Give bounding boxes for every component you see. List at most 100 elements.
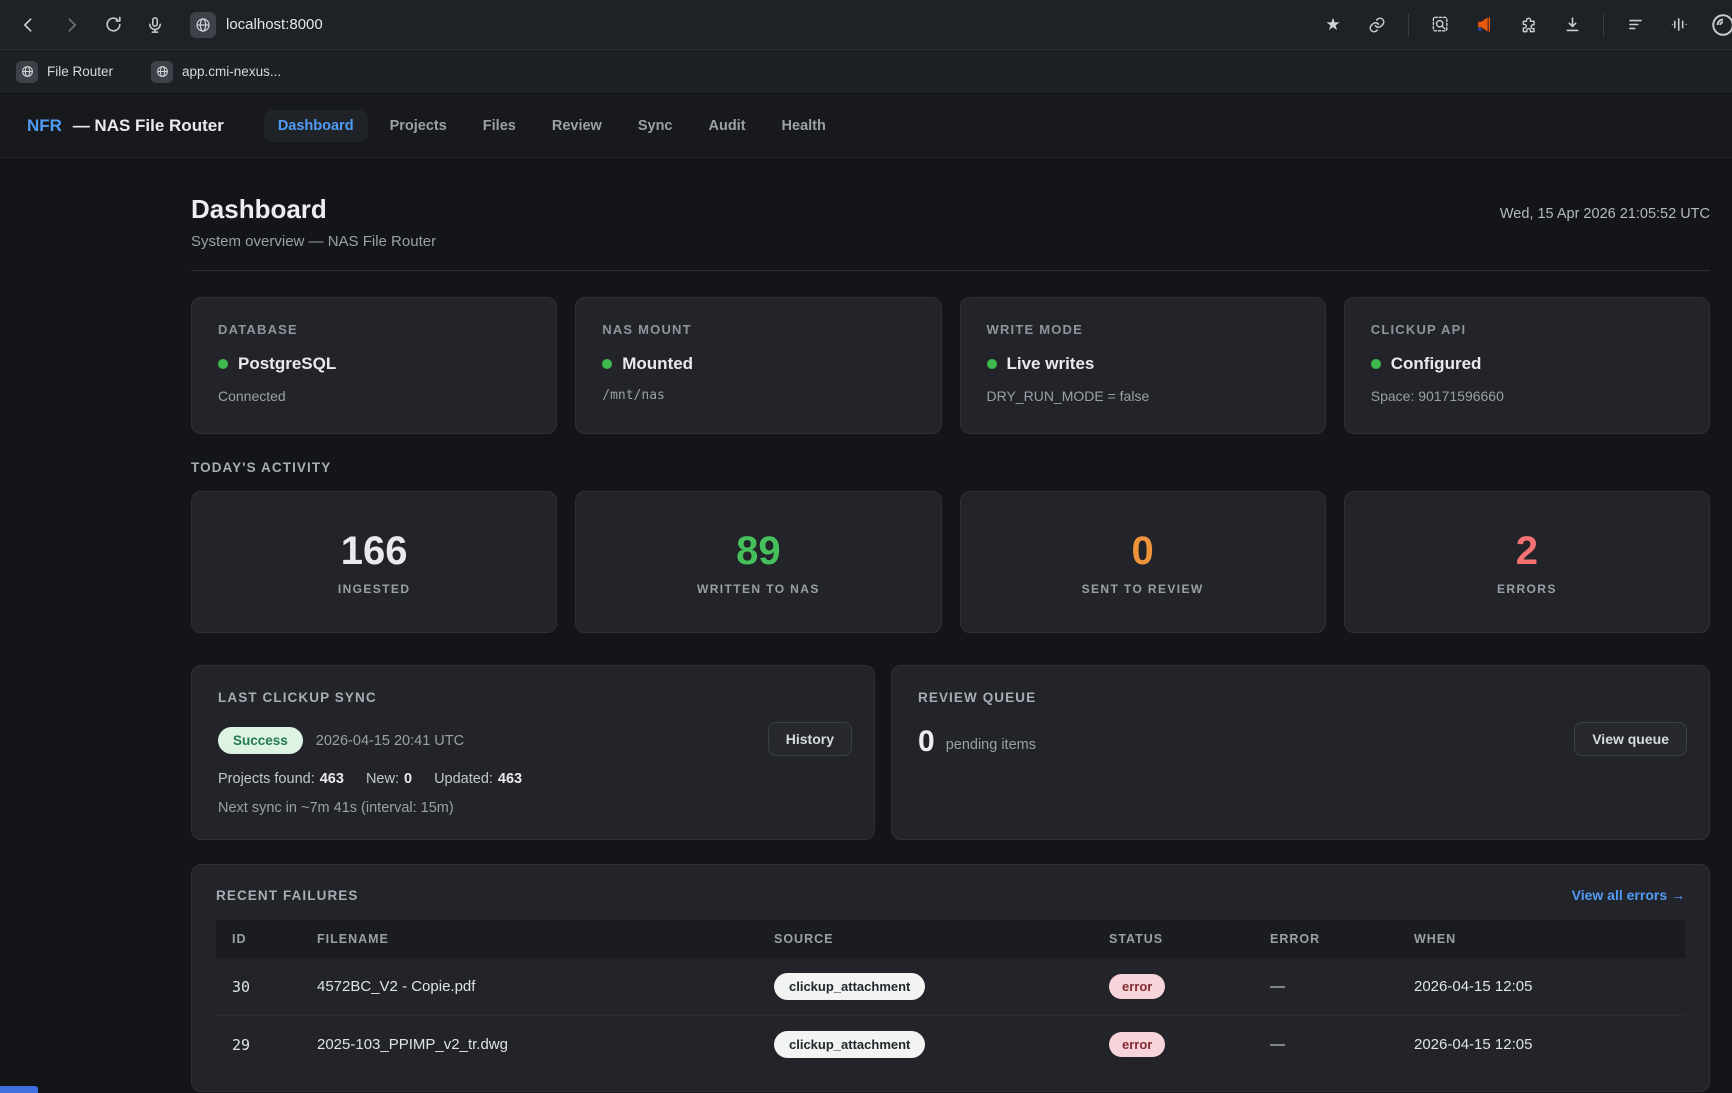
microphone-icon[interactable] (142, 12, 168, 38)
equalizer-icon[interactable] (1666, 12, 1692, 38)
cell-error: — (1254, 958, 1398, 1016)
cell-error: — (1254, 1016, 1398, 1074)
status-detail: DRY_RUN_MODE = false (987, 388, 1299, 404)
capture-search-icon[interactable] (1427, 12, 1453, 38)
tab-health[interactable]: Health (768, 110, 840, 142)
status-dot-green (602, 359, 612, 369)
table-row[interactable]: 29 2025-103_PPIMP_v2_tr.dwg clickup_atta… (216, 1016, 1685, 1074)
status-dot-green (1371, 359, 1381, 369)
sync-status-badge: Success (218, 727, 303, 754)
toolbar-divider (1603, 14, 1604, 36)
column-header-source: SOURCE (758, 920, 1093, 958)
status-value: Configured (1391, 354, 1482, 374)
tab-audit[interactable]: Audit (695, 110, 760, 142)
stat-value: 0 (1132, 529, 1154, 573)
new-stat: New:0 (366, 771, 412, 787)
pending-count: 0 (918, 726, 935, 758)
failures-title: RECENT FAILURES (216, 888, 359, 903)
failures-table: ID FILENAME SOURCE STATUS ERROR WHEN 30 … (216, 920, 1685, 1073)
bookmark-star-icon[interactable]: ★ (1320, 12, 1346, 38)
review-queue-card: REVIEW QUEUE 0 pending items View queue (891, 665, 1710, 840)
status-value: Live writes (1007, 354, 1095, 374)
browser-status-popup-fragment (0, 1086, 38, 1093)
stat-label: WRITTEN TO NAS (697, 582, 820, 596)
browser-toolbar: localhost:8000 ★ (0, 0, 1732, 50)
history-button[interactable]: History (768, 722, 852, 756)
globe-icon (16, 61, 38, 83)
tab-dashboard[interactable]: Dashboard (264, 110, 368, 142)
stat-card-errors: 2 ERRORS (1344, 491, 1710, 633)
download-icon[interactable] (1559, 12, 1585, 38)
cell-id: 30 (216, 958, 301, 1016)
bookmark-app-cmi-nexus[interactable]: app.cmi-nexus... (151, 61, 281, 83)
brand-abbreviation: NFR (27, 116, 62, 135)
page-title: Dashboard (191, 194, 327, 224)
activity-heading: TODAY'S ACTIVITY (191, 460, 1710, 475)
status-card-write-mode: WRITE MODE Live writes DRY_RUN_MODE = fa… (960, 297, 1326, 434)
tab-review[interactable]: Review (538, 110, 616, 142)
table-header-row: ID FILENAME SOURCE STATUS ERROR WHEN (216, 920, 1685, 958)
cell-status: error (1093, 958, 1254, 1016)
toolbar-divider (1408, 14, 1409, 36)
tab-sync[interactable]: Sync (624, 110, 687, 142)
megaphone-extension-icon[interactable] (1471, 12, 1497, 38)
status-dot-green (218, 359, 228, 369)
cell-source: clickup_attachment (758, 1016, 1093, 1074)
status-value: PostgreSQL (238, 354, 336, 374)
dashboard-page: Dashboard Wed, 15 Apr 2026 21:05:52 UTC … (0, 158, 1732, 1092)
main-nav: Dashboard Projects Files Review Sync Aud… (264, 110, 840, 142)
sync-card-title: LAST CLICKUP SYNC (218, 690, 848, 705)
status-badge: error (1109, 1032, 1165, 1057)
stat-label: SENT TO REVIEW (1082, 582, 1204, 596)
activity-cards-row: 166 INGESTED 89 WRITTEN TO NAS 0 SENT TO… (191, 491, 1710, 633)
back-icon[interactable] (16, 12, 42, 38)
review-card-title: REVIEW QUEUE (918, 690, 1683, 705)
column-header-filename: FILENAME (301, 920, 758, 958)
globe-icon (151, 61, 173, 83)
card-label: CLICKUP API (1371, 322, 1683, 337)
cell-filename: 2025-103_PPIMP_v2_tr.dwg (301, 1016, 758, 1074)
cell-filename: 4572BC_V2 - Copie.pdf (301, 958, 758, 1016)
status-detail: Connected (218, 388, 530, 404)
updated-stat: Updated:463 (434, 771, 522, 787)
pending-count-label: pending items (946, 731, 1036, 753)
sync-stats-line: Projects found:463 New:0 Updated:463 (218, 771, 848, 787)
view-queue-button[interactable]: View queue (1574, 722, 1687, 756)
extensions-puzzle-icon[interactable] (1515, 12, 1541, 38)
stat-value: 89 (736, 529, 781, 573)
profile-avatar-icon[interactable] (1710, 12, 1732, 38)
page-subtitle: System overview — NAS File Router (191, 232, 1710, 252)
app-brand: NFR — NAS File Router (27, 116, 224, 136)
column-header-status: STATUS (1093, 920, 1254, 958)
forward-icon[interactable] (58, 12, 84, 38)
stat-label: INGESTED (338, 582, 411, 596)
next-sync-text: Next sync in ~7m 41s (interval: 15m) (218, 800, 848, 816)
card-label: DATABASE (218, 322, 530, 337)
cell-when: 2026-04-15 12:05 (1398, 1016, 1685, 1074)
cell-source: clickup_attachment (758, 958, 1093, 1016)
stat-card-ingested: 166 INGESTED (191, 491, 557, 633)
address-bar[interactable]: localhost:8000 (190, 12, 1320, 38)
source-badge: clickup_attachment (774, 1031, 925, 1058)
source-badge: clickup_attachment (774, 973, 925, 1000)
view-all-errors-link[interactable]: View all errors → (1572, 887, 1685, 903)
reload-icon[interactable] (100, 12, 126, 38)
stat-value: 2 (1516, 529, 1538, 573)
bookmark-file-router[interactable]: File Router (16, 61, 113, 83)
share-link-icon[interactable] (1364, 12, 1390, 38)
reading-list-icon[interactable] (1622, 12, 1648, 38)
stat-card-sent-to-review: 0 SENT TO REVIEW (960, 491, 1326, 633)
tab-projects[interactable]: Projects (376, 110, 461, 142)
page-timestamp: Wed, 15 Apr 2026 21:05:52 UTC (1500, 206, 1710, 224)
stat-card-written-to-nas: 89 WRITTEN TO NAS (575, 491, 941, 633)
status-badge: error (1109, 974, 1165, 999)
header-divider (191, 270, 1710, 271)
stat-value: 166 (341, 529, 408, 573)
status-detail: /mnt/nas (602, 388, 914, 403)
cell-when: 2026-04-15 12:05 (1398, 958, 1685, 1016)
tab-files[interactable]: Files (469, 110, 530, 142)
url-text: localhost:8000 (226, 16, 323, 33)
bookmark-label: app.cmi-nexus... (182, 64, 281, 79)
status-cards-row: DATABASE PostgreSQL Connected NAS MOUNT … (191, 297, 1710, 434)
table-row[interactable]: 30 4572BC_V2 - Copie.pdf clickup_attachm… (216, 958, 1685, 1016)
